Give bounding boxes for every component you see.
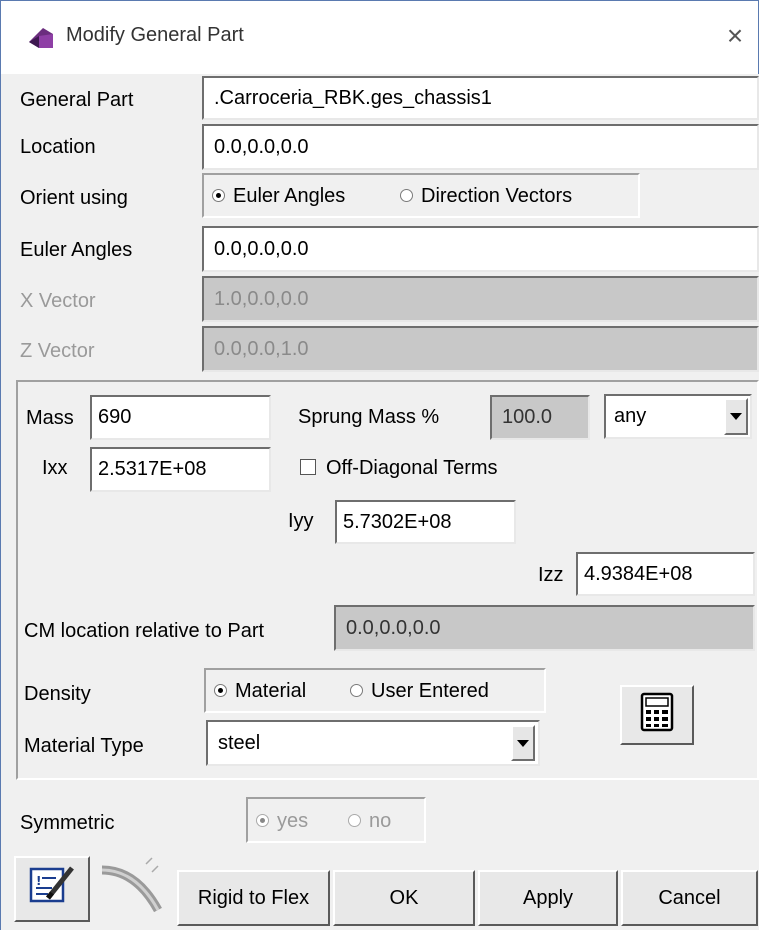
cancel-button[interactable]: Cancel [621,870,758,926]
x-vector-label: X Vector [20,290,96,312]
iyy-label: Iyy [288,510,314,532]
material-type-label: Material Type [24,735,144,757]
rigid-to-flex-button[interactable]: Rigid to Flex [177,870,330,926]
orient-using-label: Orient using [20,187,128,209]
radio-no: no [348,810,391,833]
location-field[interactable]: 0.0,0.0,0.0 [202,124,759,170]
user-entered-option-label: User Entered [371,680,489,702]
mass-field[interactable]: 690 [90,395,271,440]
radio-material[interactable]: Material [214,680,306,703]
radio-unselected-icon [350,683,363,697]
checkbox-icon [300,459,316,476]
density-radio-group: Material User Entered [204,668,546,713]
radio-direction-vectors[interactable]: Direction Vectors [400,185,572,208]
radio-selected-icon [212,188,225,202]
sprung-mass-field: 100.0 [490,395,590,440]
chevron-down-icon[interactable] [511,725,535,761]
material-type-value: steel [218,732,261,754]
ok-button[interactable]: OK [333,870,475,926]
edit-notes-button[interactable]: ! [14,856,90,922]
chevron-down-icon[interactable] [724,398,748,435]
cm-location-label: CM location relative to Part [24,620,265,642]
general-part-field[interactable]: .Carroceria_RBK.ges_chassis1 [202,76,759,120]
ixx-label: Ixx [42,457,68,479]
euler-angles-option-label: Euler Angles [233,185,346,207]
flex-body-button [96,856,172,922]
mass-label: Mass [26,407,74,429]
off-diagonal-label: Off-Diagonal Terms [326,457,498,479]
radio-selected-icon [256,813,269,827]
close-icon[interactable]: × [718,18,752,54]
radio-unselected-icon [400,188,413,202]
edit-notes-icon: ! [28,864,76,914]
radio-user-entered[interactable]: User Entered [350,680,489,703]
sprung-mass-mode-value: any [614,405,647,427]
radio-selected-icon [214,683,227,697]
euler-angles-field[interactable]: 0.0,0.0,0.0 [202,226,759,272]
window-border [0,73,1,930]
svg-text:!: ! [36,874,41,888]
z-vector-label: Z Vector [20,340,95,362]
material-option-label: Material [235,680,307,702]
sprung-mass-label: Sprung Mass % [298,406,440,428]
density-label: Density [24,683,91,705]
off-diagonal-checkbox[interactable]: Off-Diagonal Terms [300,457,498,480]
radio-yes: yes [256,810,308,833]
ixx-field[interactable]: 2.5317E+08 [90,447,271,492]
direction-vectors-option-label: Direction Vectors [421,185,573,207]
izz-label: Izz [538,564,564,586]
radio-unselected-icon [348,813,361,827]
z-vector-field: 0.0,0.0,1.0 [202,326,759,372]
calculator-icon [640,692,674,738]
cm-location-field: 0.0,0.0,0.0 [334,605,755,651]
calculator-button[interactable] [620,685,694,745]
no-option-label: no [369,810,392,832]
adams-cube-icon [25,22,57,52]
orient-radio-group: Euler Angles Direction Vectors [202,173,640,218]
izz-field[interactable]: 4.9384E+08 [576,552,755,596]
location-label: Location [20,136,96,158]
radio-euler-angles[interactable]: Euler Angles [212,185,345,208]
material-type-select[interactable]: steel [206,720,540,766]
flex-body-icon [96,857,172,926]
x-vector-field: 1.0,0.0,0.0 [202,276,759,322]
symmetric-label: Symmetric [20,812,115,834]
apply-button[interactable]: Apply [478,870,618,926]
symmetric-radio-group: yes no [246,797,426,843]
window-title: Modify General Part [66,24,244,46]
yes-option-label: yes [277,810,309,832]
iyy-field[interactable]: 5.7302E+08 [335,500,516,544]
general-part-label: General Part [20,89,134,111]
euler-angles-label: Euler Angles [20,239,133,261]
